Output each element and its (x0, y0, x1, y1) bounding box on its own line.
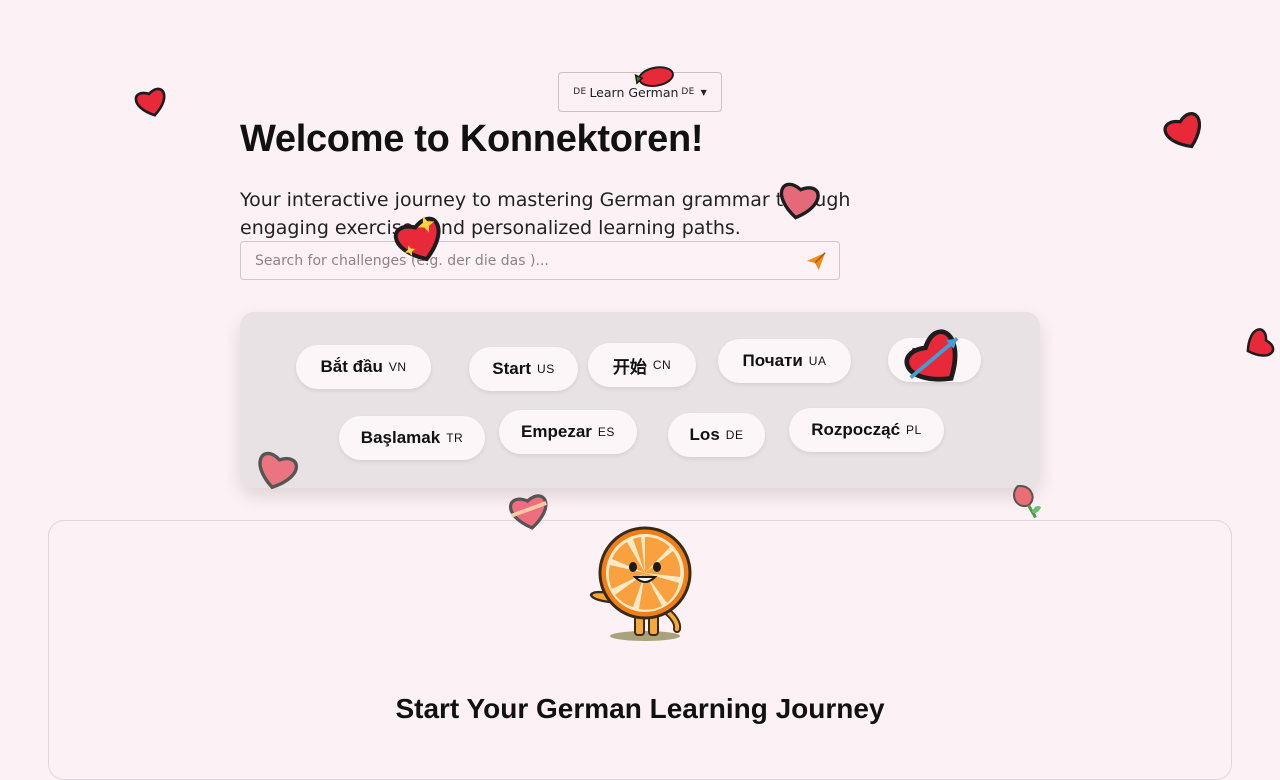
journey-title: Start Your German Learning Journey (395, 693, 885, 724)
start-button-es[interactable]: Empezar ES (499, 410, 637, 454)
country-code: PL (906, 423, 922, 437)
start-button-pl[interactable]: Rozpocząć PL (789, 408, 944, 452)
country-code: US (537, 362, 555, 376)
start-buttons-panel: Bắt đầu VN Start US 开始 CN Почати UA ابدأ… (240, 312, 1040, 488)
start-button-cn[interactable]: 开始 CN (588, 343, 696, 387)
chevron-down-icon: ▼ (700, 87, 707, 97)
start-button-label: Başlamak (360, 428, 441, 447)
search-input[interactable] (253, 251, 805, 270)
paper-plane-icon[interactable] (805, 250, 827, 272)
page-title: Welcome to Konnektoren! (240, 118, 704, 160)
start-button-vn[interactable]: Bắt đầu VN (296, 345, 431, 389)
heart-icon (1246, 328, 1275, 357)
language-selector-label: Learn German (589, 84, 679, 100)
flag-de-right: DE (681, 87, 695, 97)
start-button-ua[interactable]: Почати UA (718, 339, 851, 383)
country-code: TR (446, 431, 464, 445)
start-button-label: Почати (742, 351, 803, 370)
start-button-label: Bắt đầu (320, 357, 383, 376)
orange-mascot-icon (589, 526, 692, 641)
start-button-label: Empezar (521, 422, 592, 441)
start-button-label: 开始 (612, 357, 647, 377)
country-code: VN (388, 360, 407, 374)
heart-icon (134, 87, 166, 117)
country-code: DE (725, 428, 744, 442)
country-code: SA (940, 353, 958, 367)
language-selector[interactable]: DE Learn German DE ▼ (558, 72, 722, 112)
country-code: ES (597, 425, 615, 439)
start-button-us[interactable]: Start US (469, 347, 578, 391)
start-button-de[interactable]: Los DE (668, 413, 765, 457)
start-button-label: Los (689, 425, 720, 444)
heart-icon (1163, 112, 1201, 149)
start-button-label: Rozpocząć (811, 420, 901, 439)
start-button-label: Start (492, 359, 532, 378)
start-button-tr[interactable]: Başlamak TR (339, 416, 485, 460)
start-button-sa[interactable]: ابدأ SA (888, 338, 981, 382)
journey-card: Start Your German Learning Journey (48, 520, 1232, 780)
country-code: UA (808, 354, 827, 368)
country-code: CN (652, 358, 672, 372)
page-subtitle: Your interactive journey to mastering Ge… (240, 189, 851, 239)
search-bar (240, 241, 840, 280)
flag-de-left: DE (573, 87, 587, 97)
start-button-label: ابدأ (911, 350, 935, 369)
